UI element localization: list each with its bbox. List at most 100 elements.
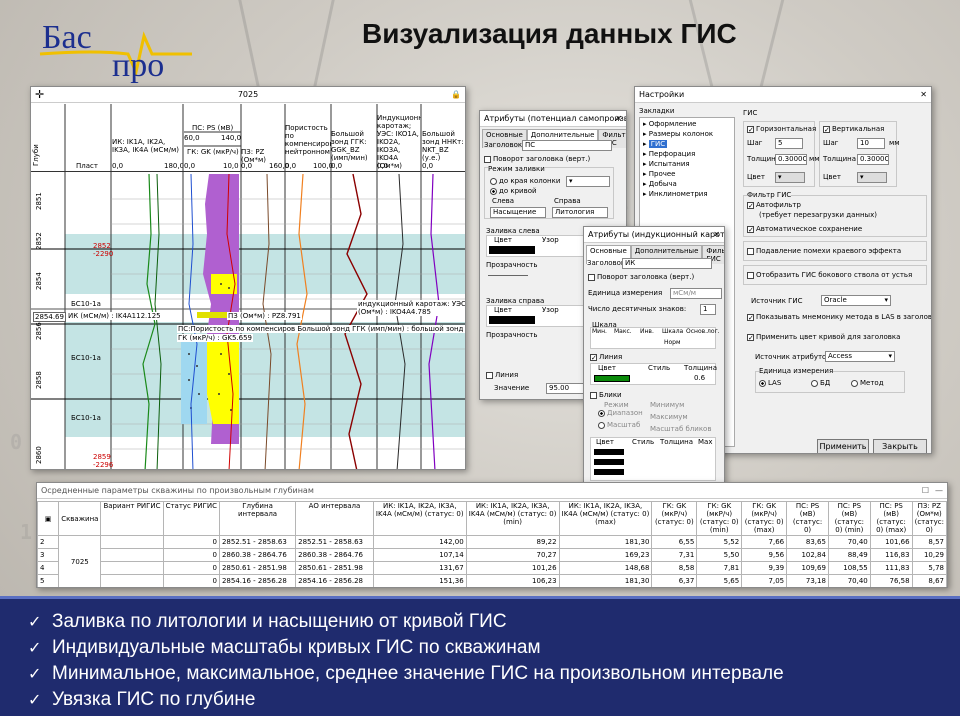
feature-bar: ✓ Заливка по литологии и насыщению от кри… xyxy=(0,596,960,716)
sidetrack-checkbox[interactable]: Отобразить ГИС бокового ствола от устья xyxy=(747,271,912,279)
col-header[interactable]: Глубина интервала xyxy=(218,501,297,536)
close-icon[interactable]: ✕ xyxy=(713,227,720,242)
glare-swatch[interactable] xyxy=(594,449,624,455)
tree-item[interactable]: ▸ Перфорация xyxy=(643,150,695,158)
table-row[interactable]: 2 7025 0 2852.51 - 2858.63 2852.51 - 285… xyxy=(37,535,947,587)
mnemonic-checkbox[interactable]: Показывать мнемонику метода в LAS в заго… xyxy=(747,313,932,321)
settings-titlebar[interactable]: Настройки ✕ xyxy=(635,87,931,103)
col-header[interactable]: Скважина xyxy=(58,501,102,536)
scale-kind[interactable]: Норм xyxy=(664,339,681,346)
horizontal-checkbox[interactable]: Горизонтальная xyxy=(747,125,816,133)
attr-source-select[interactable]: Access ▾ xyxy=(825,351,895,362)
tree-item[interactable]: ▸ Испытания xyxy=(643,160,690,168)
unit-method-radio[interactable]: Метод xyxy=(851,379,884,387)
col-header[interactable]: ИК: IK1A, IK2A, IK3A, IK4A (мСм/м) (стат… xyxy=(372,501,467,536)
fill-right-color-swatch[interactable] xyxy=(489,316,535,324)
log-window-titlebar[interactable]: ✛ 7025 🔒 xyxy=(31,87,465,103)
v-color-picker[interactable]: ▾ xyxy=(857,172,887,183)
line-width-value[interactable]: 0.6 xyxy=(694,374,705,382)
close-icon[interactable]: ✕ xyxy=(920,87,927,102)
tree-item[interactable]: ▸ Прочее xyxy=(643,170,676,178)
tree-item[interactable]: ▸ Размеры колонок xyxy=(643,130,713,138)
depth-marker[interactable]: 2854.69 xyxy=(33,312,66,322)
suppress-checkbox[interactable]: Подавление помехи краевого эффекта xyxy=(747,247,901,255)
mnemonic-label: Показывать мнемонику метода в LAS в заго… xyxy=(756,313,932,321)
v-step-input[interactable]: 10 xyxy=(857,138,885,149)
tree-item[interactable]: ▸ Оформление xyxy=(643,120,696,128)
autofilter-checkbox[interactable]: Автофильтр xyxy=(747,201,801,209)
close-icon[interactable]: ✕ xyxy=(615,111,622,126)
attributes-ik-dialog: Атрибуты (индукционный каротаж: про... ✕… xyxy=(583,226,725,484)
list-item-text: Заливка по литологии и насыщению от крив… xyxy=(52,611,507,632)
caption-input[interactable]: ИК xyxy=(622,258,712,269)
rotate-checkbox[interactable]: Поворот заголовка (верт.) xyxy=(588,273,694,281)
tree-item[interactable]: ▸ Добыча xyxy=(643,180,677,188)
col-header[interactable]: ПС: PS (мВ) (статус: 0) (max) xyxy=(869,501,913,536)
export-icon[interactable]: ▣ xyxy=(37,501,60,536)
value-input[interactable]: 95.00 xyxy=(546,383,586,394)
glare-swatch[interactable] xyxy=(594,469,624,475)
table-row[interactable]: 4 0 2850.61 - 2851.98 2850.61 - 2851.98 … xyxy=(37,561,947,575)
col-header[interactable]: ПС: PS (мВ) (статус: 0) (min) xyxy=(827,501,871,536)
unit-bd-radio[interactable]: БД xyxy=(811,379,830,387)
tree-item[interactable]: ▸ Инклинометрия xyxy=(643,190,708,198)
col-header[interactable]: ПЗ: PZ (Ом*м) (статус: 0) xyxy=(911,501,947,536)
dialog-titlebar[interactable]: Атрибуты (потенциал самопроизволь... ✕ xyxy=(480,111,626,127)
value-cell: 70,27 xyxy=(465,548,560,562)
fill-to-edge-radio[interactable]: до края колонки xyxy=(490,177,560,185)
table-row[interactable]: 3 0 2860.38 - 2864.76 2860.38 - 2864.76 … xyxy=(37,548,947,562)
table-row[interactable]: 5 0 2854.16 - 2856.28 2854.16 - 2856.28 … xyxy=(37,574,947,587)
avg-titlebar[interactable]: Осредненные параметры скважины по произв… xyxy=(37,483,947,499)
apply-button[interactable]: Применить xyxy=(817,439,869,453)
fill-to-curve-radio[interactable]: до кривой xyxy=(490,187,537,195)
right-fill-select[interactable]: Литология xyxy=(552,207,608,218)
scaled-radio[interactable]: Масштаб xyxy=(598,421,640,429)
glare-checkbox[interactable]: Блики xyxy=(590,391,622,399)
col-header[interactable]: АО интервала xyxy=(295,501,374,536)
col-header[interactable]: ГК: GK (мкР/ч) (статус: 0) (min) xyxy=(696,501,743,536)
variant-cell xyxy=(100,535,164,549)
fill-left-color-swatch[interactable] xyxy=(489,246,535,254)
fill-left-pattern-header: Узор xyxy=(542,236,559,244)
unit-las-radio[interactable]: LAS xyxy=(759,379,781,387)
line-color-swatch[interactable] xyxy=(594,375,630,382)
col-header[interactable]: ГК: GK (мкР/ч) (статус: 0) (max) xyxy=(741,501,788,536)
log-plot-area[interactable]: Глубина Пласт ИК: IK1A, IK2A, IK3A, IK4A… xyxy=(31,104,465,469)
value-cell: 111,83 xyxy=(869,561,913,575)
logo-text-right: про xyxy=(112,47,164,84)
h-thickness-input[interactable]: 0.3000С xyxy=(775,154,807,165)
autosave-checkbox[interactable]: Автоматическое сохранение xyxy=(747,225,862,233)
source-select[interactable]: Oracle ▾ xyxy=(821,295,891,306)
lock-icon[interactable]: 🔒 xyxy=(451,87,461,102)
caption-input[interactable]: ПС xyxy=(522,140,612,151)
vertical-checkbox[interactable]: Вертикальная xyxy=(823,125,884,133)
col-header[interactable]: ИК: IK1A, IK2A, IK3A, IK4A (мСм/м) (стат… xyxy=(465,501,560,536)
tree-item[interactable]: ▸ ГИС xyxy=(643,140,668,148)
left-fill-select[interactable]: Насыщение xyxy=(490,207,546,218)
edge-select[interactable]: ▾ xyxy=(566,176,610,187)
unit-select[interactable]: мСм/м xyxy=(670,288,722,299)
transparency-slider[interactable] xyxy=(488,275,528,276)
line-checkbox[interactable]: Линия xyxy=(590,353,622,361)
apply-color-checkbox[interactable]: Применить цвет кривой для заголовка xyxy=(747,333,900,341)
range-radio[interactable]: Диапазон xyxy=(598,409,643,417)
decimals-input[interactable]: 1 xyxy=(700,304,716,315)
col-header[interactable]: ПС: PS (мВ) (статус: 0) xyxy=(786,501,829,536)
maximize-icon[interactable]: ☐ xyxy=(922,483,929,498)
line-checkbox[interactable]: Линия xyxy=(486,371,518,379)
ao-cell: 2850.61 - 2851.98 xyxy=(295,561,374,575)
minimize-icon[interactable]: — xyxy=(935,483,943,498)
rotate-checkbox[interactable]: Поворот заголовка (верт.) xyxy=(484,155,590,163)
col-header[interactable]: ИК: IK1A, IK2A, IK3A, IK4A (мСм/м) (стат… xyxy=(558,501,653,536)
close-button[interactable]: Закрыть xyxy=(873,439,927,453)
value-cell: 7,05 xyxy=(741,574,788,587)
glare-swatch[interactable] xyxy=(594,459,624,465)
h-color-picker[interactable]: ▾ xyxy=(775,172,805,183)
col-header[interactable]: Статус РИГИС xyxy=(162,501,220,536)
col-header[interactable]: Вариант РИГИС xyxy=(100,501,164,536)
crosshair-icon[interactable]: ✛ xyxy=(35,87,44,102)
col-header[interactable]: ГК: GK (мкР/ч) (статус: 0) xyxy=(651,501,698,536)
v-thickness-input[interactable]: 0.3000С xyxy=(857,154,889,165)
h-step-input[interactable]: 5 xyxy=(775,138,803,149)
dialog-titlebar[interactable]: Атрибуты (индукционный каротаж: про... ✕ xyxy=(584,227,724,243)
